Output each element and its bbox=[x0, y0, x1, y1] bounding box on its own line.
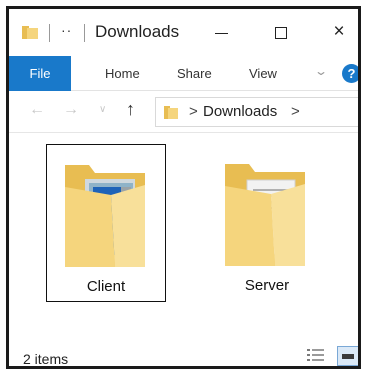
file-list: Client Server bbox=[9, 134, 358, 339]
folder-icon bbox=[22, 26, 38, 39]
back-arrow-icon[interactable]: ← bbox=[29, 101, 45, 119]
close-button[interactable]: × bbox=[319, 19, 358, 45]
expand-ribbon-chevron-icon[interactable]: ⌄ bbox=[314, 64, 328, 78]
recent-locations-chevron-icon[interactable]: ∨ bbox=[99, 104, 106, 115]
maximize-icon bbox=[275, 27, 287, 40]
navigation-bar: ← → ∨ ↑ > Downloads > bbox=[9, 91, 358, 133]
file-explorer-window: ·· Downloads × File Home Share View ⌄ ? … bbox=[6, 6, 361, 369]
quick-access-toolbar[interactable]: ·· bbox=[61, 22, 72, 38]
folder-with-documents-icon bbox=[65, 165, 145, 267]
close-icon: × bbox=[333, 21, 345, 42]
status-bar: 2 items bbox=[9, 339, 358, 367]
maximize-button[interactable] bbox=[261, 19, 301, 45]
tab-home[interactable]: Home bbox=[105, 56, 140, 91]
folder-item-client[interactable]: Client bbox=[46, 144, 166, 302]
title-bar[interactable]: ·· Downloads × bbox=[9, 9, 358, 56]
window-title: Downloads bbox=[95, 22, 180, 41]
folder-name: Server bbox=[244, 277, 290, 294]
forward-arrow-icon[interactable]: → bbox=[63, 101, 79, 119]
tab-share[interactable]: Share bbox=[177, 56, 212, 91]
ribbon-tabs: File Home Share View ⌄ ? bbox=[9, 56, 358, 91]
folder-icon bbox=[164, 106, 178, 119]
breadcrumb-separator[interactable]: > bbox=[291, 103, 300, 120]
title-divider bbox=[49, 24, 50, 42]
tab-view[interactable]: View bbox=[249, 56, 277, 91]
folder-with-documents-icon bbox=[225, 164, 305, 266]
tiles-view-icon bbox=[342, 354, 354, 359]
minimize-icon bbox=[214, 32, 228, 34]
title-divider bbox=[84, 24, 85, 42]
folder-item-server[interactable]: Server bbox=[207, 144, 327, 302]
minimize-button[interactable] bbox=[201, 19, 241, 45]
details-view-icon[interactable] bbox=[307, 348, 325, 364]
address-bar[interactable]: > Downloads > bbox=[155, 97, 358, 127]
breadcrumb-separator[interactable]: > bbox=[189, 103, 198, 120]
large-icons-view-icon[interactable] bbox=[337, 346, 358, 366]
breadcrumb-downloads[interactable]: Downloads bbox=[203, 103, 277, 120]
item-count: 2 items bbox=[23, 351, 69, 367]
help-icon[interactable]: ? bbox=[342, 64, 358, 83]
up-arrow-icon[interactable]: ↑ bbox=[126, 99, 135, 120]
tab-file[interactable]: File bbox=[9, 56, 71, 91]
folder-name: Client bbox=[86, 278, 126, 295]
